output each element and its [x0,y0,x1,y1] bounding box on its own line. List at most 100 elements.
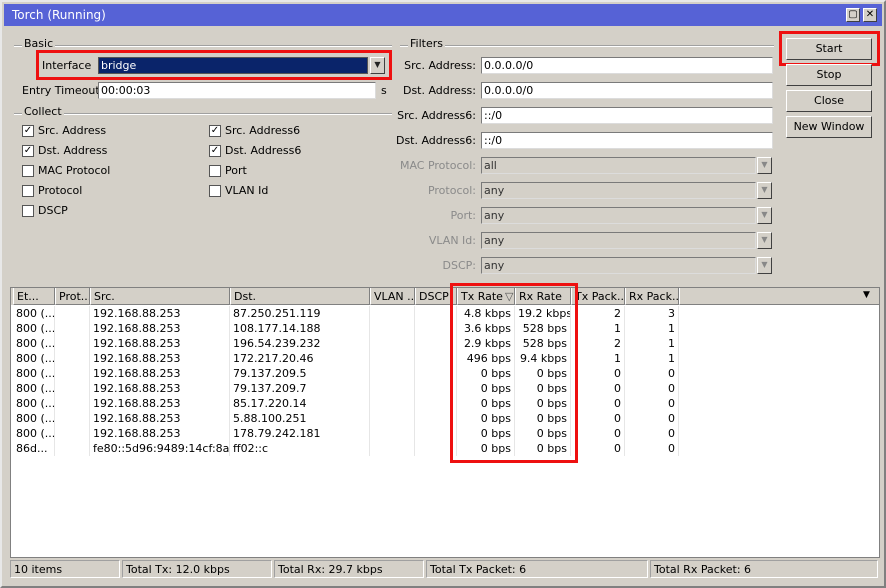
table-row[interactable]: 800 (... 192.168.88.253 79.137.209.5 0 bps 0… [11,366,679,381]
table-cell-tx-pack: 0 [571,411,625,426]
filter-input-dst-address[interactable]: 0.0.0.0/0 [481,82,773,99]
table-cell-rx-pack: 0 [625,366,679,381]
column-header-rx-pack[interactable]: Rx Pack... [625,288,679,305]
entry-timeout-input[interactable]: 00:00:03 [98,82,376,99]
table-cell-dscp [415,396,457,411]
table-row[interactable]: 800 (... 192.168.88.253 5.88.100.251 0 bps 0… [11,411,679,426]
checkbox-dscp[interactable] [22,205,34,217]
column-header-prot[interactable]: Prot... [55,288,90,305]
checkbox-vlan-id[interactable] [209,185,221,197]
filter-select-mac-protocol[interactable]: all [481,157,756,174]
filter-label-src-address6: Src. Address6: [397,109,476,122]
table-cell-tx-rate: 0 bps [457,396,515,411]
table-cell-prot [55,441,90,456]
checkbox-src-address6[interactable]: ✓ [209,125,221,137]
table-cell-rx-pack: 3 [625,306,679,321]
table-cell-prot [55,411,90,426]
dropdown-icon[interactable]: ▼ [757,232,772,249]
table-cell-dst: 87.250.251.119 [230,306,370,321]
filter-input-src-address[interactable]: 0.0.0.0/0 [481,57,773,74]
checkbox-label-mac-protocol: MAC Protocol [38,164,111,177]
dropdown-icon[interactable]: ▼ [757,157,772,174]
new-window-button[interactable]: New Window [786,116,872,138]
filter-label-mac-protocol: MAC Protocol: [399,159,476,172]
start-button[interactable]: Start [786,38,872,60]
table-cell-tx-rate: 0 bps [457,426,515,441]
minimize-icon[interactable]: ▢ [846,8,860,22]
table-cell-prot [55,426,90,441]
filter-select-protocol[interactable]: any [481,182,756,199]
table-cell-dscp [415,381,457,396]
column-header-src[interactable]: Src. [90,288,230,305]
table-row[interactable]: 800 (... 192.168.88.253 178.79.242.181 0 bp… [11,426,679,441]
checkbox-label-dst-address: Dst. Address [38,144,108,157]
table-cell-dscp [415,441,457,456]
table-cell-dst: 79.137.209.7 [230,381,370,396]
close-button[interactable]: Close [786,90,872,112]
title-bar[interactable]: Torch (Running) ▢ ✕ [4,4,882,26]
interface-select[interactable]: bridge [98,57,368,74]
checkbox-port[interactable] [209,165,221,177]
filter-input-src-address6[interactable]: ::/0 [481,107,773,124]
stop-button[interactable]: Stop [786,64,872,86]
table-cell-dscp [415,411,457,426]
column-header-vlan[interactable]: VLAN ... [370,288,415,305]
table-cell-et: 800 (... [13,321,55,336]
checkbox-protocol[interactable] [22,185,34,197]
column-header-et[interactable]: Et... [13,288,55,305]
table-cell-tx-rate: 0 bps [457,381,515,396]
filter-input-dst-address6[interactable]: ::/0 [481,132,773,149]
table-cell-rx-pack: 0 [625,381,679,396]
table-cell-tx-pack: 1 [571,321,625,336]
table-cell-rx-rate: 528 bps [515,336,571,351]
column-header-dst[interactable]: Dst. [230,288,370,305]
status-total-tx-packet: Total Tx Packet: 6 [426,560,648,578]
checkbox-src-address[interactable]: ✓ [22,125,34,137]
status-bar: 10 items Total Tx: 12.0 kbps Total Rx: 2… [10,560,880,578]
column-header-label: DSCP [419,290,449,303]
status-total-rx-packet: Total Rx Packet: 6 [650,560,878,578]
torch-table[interactable]: Et... Prot... Src. Dst. VLAN ... DSCP Tx Rate ▽… [10,287,880,558]
table-cell-et: 800 (... [13,336,55,351]
table-cell-et: 800 (... [13,426,55,441]
table-row[interactable]: 86d... fe80::5d96:9489:14cf:8a... ff02::c 0… [11,441,679,456]
checkbox-dst-address6[interactable]: ✓ [209,145,221,157]
checkbox-dst-address[interactable]: ✓ [22,145,34,157]
column-header-tx-pack[interactable]: Tx Pack... [571,288,625,305]
table-cell-tx-pack: 1 [571,351,625,366]
column-header-label: Rx Pack... [629,290,679,303]
table-cell-et: 800 (... [13,306,55,321]
table-row[interactable]: 800 (... 192.168.88.253 172.217.20.46 496 b… [11,351,679,366]
filter-select-dscp[interactable]: any [481,257,756,274]
filter-label-dst-address: Dst. Address: [402,84,476,97]
columns-menu-icon[interactable]: ▼ [863,290,870,300]
table-cell-rx-pack: 0 [625,426,679,441]
table-row[interactable]: 800 (... 192.168.88.253 85.17.220.14 0 bps 0… [11,396,679,411]
dropdown-icon[interactable]: ▼ [757,207,772,224]
filter-select-vlan-id[interactable]: any [481,232,756,249]
table-cell-src: 192.168.88.253 [90,411,230,426]
table-row[interactable]: 800 (... 192.168.88.253 108.177.14.188 3.6 … [11,321,679,336]
table-cell-vlan [370,426,415,441]
table-cell-vlan [370,441,415,456]
dropdown-icon[interactable]: ▼ [757,182,772,199]
table-cell-tx-rate: 2.9 kbps [457,336,515,351]
table-cell-rx-rate: 0 bps [515,441,571,456]
table-row[interactable]: 800 (... 192.168.88.253 79.137.209.7 0 bps 0… [11,381,679,396]
filter-select-port[interactable]: any [481,207,756,224]
close-icon[interactable]: ✕ [863,8,877,22]
table-cell-dst: 108.177.14.188 [230,321,370,336]
table-cell-rx-pack: 1 [625,336,679,351]
column-header-rx-rate[interactable]: Rx Rate [515,288,571,305]
table-cell-rx-pack: 1 [625,351,679,366]
column-header-dscp[interactable]: DSCP [415,288,457,305]
column-header-tx-rate[interactable]: Tx Rate ▽ [457,288,515,305]
table-row[interactable]: 800 (... 192.168.88.253 196.54.239.232 2.9 … [11,336,679,351]
dropdown-icon[interactable]: ▼ [757,257,772,274]
column-header-label: Rx Rate [519,290,562,303]
table-row[interactable]: 800 (... 192.168.88.253 87.250.251.119 4.8 … [11,306,679,321]
table-cell-tx-rate: 0 bps [457,441,515,456]
checkbox-mac-protocol[interactable] [22,165,34,177]
table-cell-dst: ff02::c [230,441,370,456]
basic-group-divider [14,45,392,47]
